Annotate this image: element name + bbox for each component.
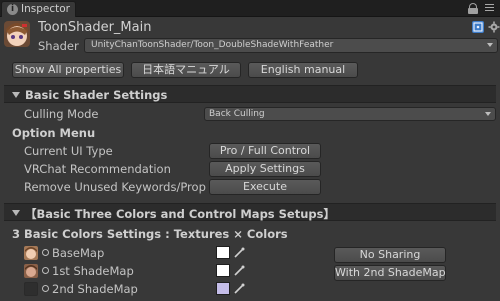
show-all-properties-button[interactable]: Show All properties	[12, 62, 124, 78]
tab-inspector[interactable]: i Inspector	[1, 1, 76, 17]
english-manual-button[interactable]: English manual	[248, 62, 358, 78]
1st-shademap-color-swatch[interactable]	[216, 264, 230, 277]
section-title: Basic Shader Settings	[25, 88, 168, 102]
eyedropper-icon[interactable]	[234, 247, 245, 258]
texture-picker-icon[interactable]	[42, 249, 49, 256]
1st-shademap-label: 1st ShadeMap	[52, 264, 134, 278]
shader-label: Shader	[38, 39, 79, 53]
info-icon: i	[7, 4, 18, 15]
eyedropper-icon[interactable]	[234, 283, 245, 294]
1st-shademap-thumbnail[interactable]	[24, 264, 38, 278]
chevron-down-icon	[485, 112, 491, 116]
shader-value: UnityChanToonShader/Toon_DoubleShadeWith…	[91, 40, 334, 50]
2nd-shademap-color-swatch[interactable]	[216, 282, 230, 295]
three-colors-header[interactable]: 【Basic Three Colors and Control Maps Set…	[4, 203, 496, 221]
tab-bar: i Inspector	[0, 0, 500, 17]
texture-picker-icon[interactable]	[42, 285, 49, 292]
foldout-icon	[12, 210, 20, 216]
shader-dropdown[interactable]: UnityChanToonShader/Toon_DoubleShadeWith…	[84, 38, 498, 53]
japanese-manual-button[interactable]: 日本語マニュアル	[131, 62, 241, 78]
basemap-label: BaseMap	[52, 246, 105, 260]
culling-mode-value: Back Culling	[209, 109, 265, 119]
basemap-color-swatch[interactable]	[216, 246, 230, 259]
basic-colors-subtitle: 3 Basic Colors Settings : Textures × Col…	[12, 227, 288, 241]
chevron-down-icon	[487, 43, 493, 47]
lock-icon-body	[468, 8, 478, 14]
2nd-shademap-label: 2nd ShadeMap	[52, 282, 138, 296]
menu-icon[interactable]	[485, 4, 494, 13]
vrchat-recommendation-label: VRChat Recommendation	[24, 162, 171, 176]
section-title: 【Basic Three Colors and Control Maps Set…	[25, 207, 335, 221]
with-2nd-shademap-button[interactable]: With 2nd ShadeMap	[334, 265, 446, 281]
culling-mode-dropdown[interactable]: Back Culling	[204, 107, 496, 121]
texture-picker-icon[interactable]	[42, 267, 49, 274]
basemap-thumbnail[interactable]	[24, 246, 38, 260]
basic-shader-settings-header[interactable]: Basic Shader Settings	[4, 85, 496, 103]
execute-button[interactable]: Execute	[209, 179, 321, 195]
2nd-shademap-thumbnail[interactable]	[24, 282, 38, 296]
tab-label: Inspector	[21, 3, 70, 15]
option-menu-title: Option Menu	[12, 126, 96, 140]
material-avatar	[4, 21, 30, 47]
help-icon[interactable]	[472, 21, 484, 33]
eyedropper-icon[interactable]	[234, 265, 245, 276]
remove-unused-keywords-label: Remove Unused Keywords/Properti	[24, 180, 206, 194]
settings-icon[interactable]	[488, 21, 500, 33]
current-ui-type-label: Current UI Type	[24, 144, 113, 158]
no-sharing-button[interactable]: No Sharing	[334, 247, 446, 263]
apply-settings-button[interactable]: Apply Settings	[209, 161, 321, 177]
material-title: ToonShader_Main	[38, 20, 152, 35]
culling-mode-label: Culling Mode	[24, 107, 99, 121]
ui-type-button[interactable]: Pro / Full Control	[209, 143, 321, 159]
foldout-icon	[12, 92, 20, 98]
